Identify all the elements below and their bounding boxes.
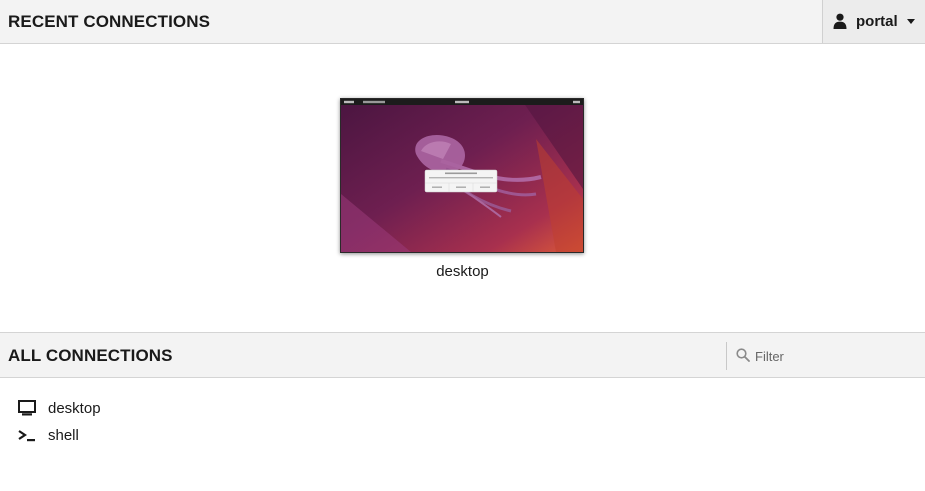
ubuntu-desktop-preview (341, 99, 583, 252)
filter-input[interactable] (755, 343, 915, 369)
list-item-label: desktop (48, 400, 101, 417)
list-item-desktop[interactable]: desktop (18, 398, 318, 425)
all-connections-title: ALL CONNECTIONS (8, 346, 173, 365)
search-icon (736, 348, 750, 362)
recent-connection-desktop[interactable] (340, 98, 584, 253)
connection-list: desktop shell (18, 398, 318, 452)
filter-divider (726, 342, 727, 370)
list-item-shell[interactable]: shell (18, 425, 318, 452)
recent-connection-label[interactable]: desktop (0, 263, 925, 280)
list-item-label: shell (48, 427, 79, 444)
filter-box[interactable] (733, 343, 918, 369)
user-icon (833, 13, 847, 29)
recent-connections-header: RECENT CONNECTIONS portal (0, 0, 925, 44)
monitor-icon (18, 400, 36, 416)
terminal-icon (18, 430, 35, 442)
recent-connections-title: RECENT CONNECTIONS (8, 12, 211, 31)
username-label: portal (856, 13, 898, 30)
desktop-thumbnail[interactable] (340, 98, 584, 253)
user-menu-button[interactable]: portal (822, 0, 925, 43)
all-connections-header: ALL CONNECTIONS (0, 332, 925, 378)
caret-down-icon (907, 19, 915, 24)
